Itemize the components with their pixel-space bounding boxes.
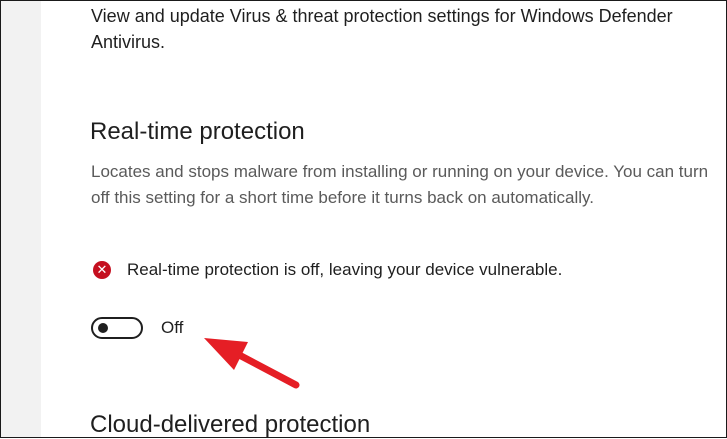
realtime-protection-toggle[interactable] bbox=[91, 317, 143, 339]
error-icon: ✕ bbox=[93, 261, 111, 279]
toggle-knob bbox=[98, 323, 108, 333]
cloud-protection-title: Cloud-delivered protection bbox=[90, 411, 371, 438]
realtime-toggle-row: Off bbox=[91, 317, 183, 339]
realtime-status-text: Real-time protection is off, leaving you… bbox=[127, 260, 563, 279]
realtime-status-row: ✕ Real-time protection is off, leaving y… bbox=[93, 260, 562, 280]
left-navigation-strip bbox=[0, 0, 41, 438]
realtime-protection-description: Locates and stops malware from installin… bbox=[91, 162, 709, 207]
realtime-protection-title: Real-time protection bbox=[90, 118, 305, 145]
intro-description: View and update Virus & threat protectio… bbox=[91, 6, 673, 52]
settings-content: View and update Virus & threat protectio… bbox=[41, 0, 727, 438]
red-arrow-icon bbox=[204, 338, 300, 389]
toggle-state-label: Off bbox=[161, 318, 184, 337]
